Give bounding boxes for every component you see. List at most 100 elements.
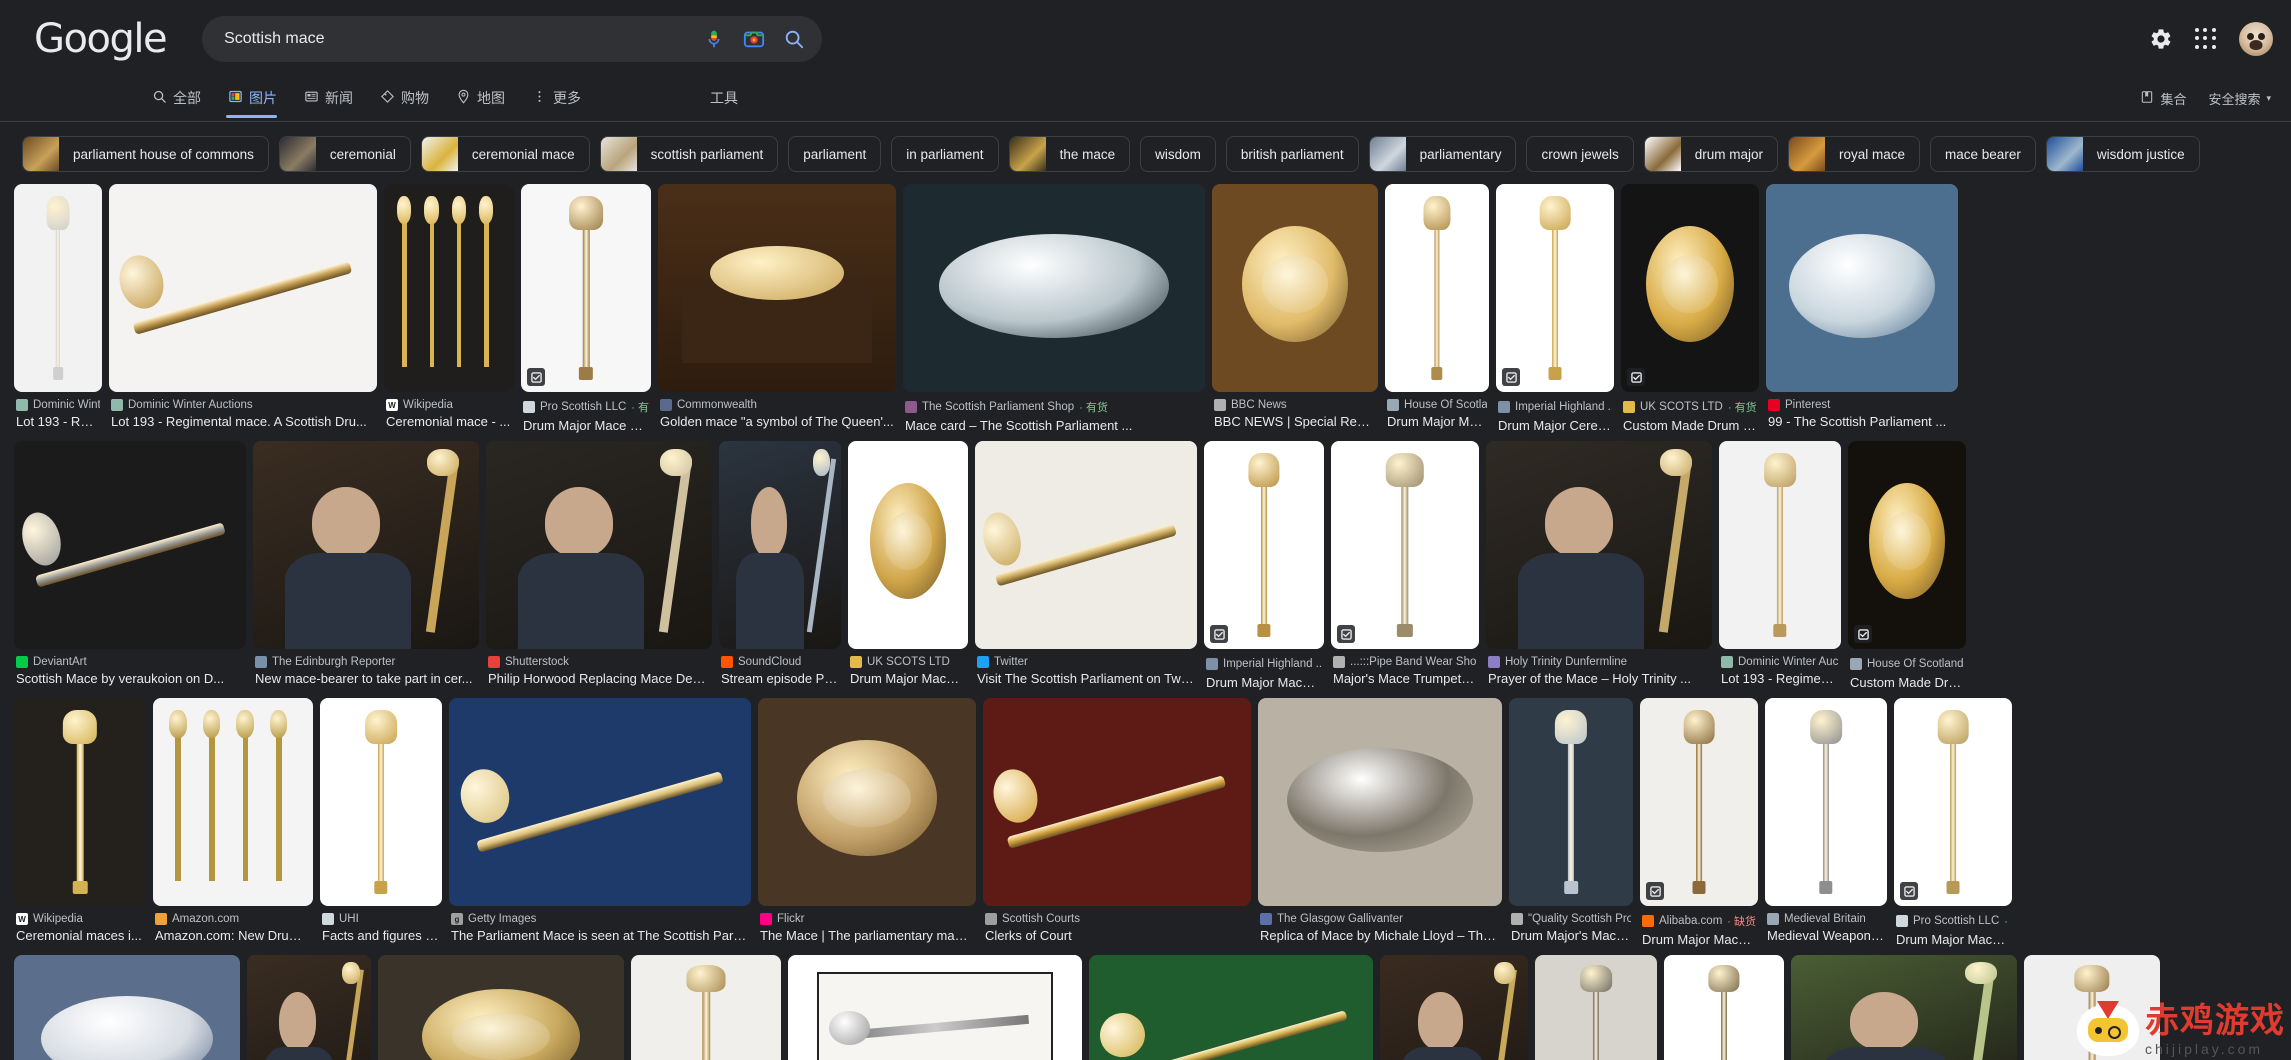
- result-thumbnail[interactable]: [14, 955, 240, 1060]
- gear-icon[interactable]: [2149, 27, 2173, 51]
- result-thumbnail[interactable]: [1640, 698, 1758, 906]
- related-search-chip[interactable]: parliamentary: [1368, 136, 1517, 172]
- tools-button[interactable]: 工具: [710, 78, 738, 118]
- result-thumbnail[interactable]: [320, 698, 442, 906]
- image-result-card[interactable]: ...:::Pipe Band Wear Shop...Major's Mace…: [1331, 441, 1479, 687]
- image-result-card[interactable]: Imperial Highland ...· 有货 Drum Major Mace…: [1204, 441, 1324, 691]
- result-thumbnail[interactable]: [14, 184, 102, 392]
- image-result-card[interactable]: Twitter Visit The Scottish Parliament on …: [975, 441, 1197, 687]
- result-thumbnail[interactable]: [848, 441, 968, 649]
- image-result-card[interactable]: The Glasgow Gallivanter Replica of Mace b…: [1258, 698, 1502, 944]
- image-result-card[interactable]: Medieval Britain Medieval Weapons:...: [1765, 698, 1887, 944]
- search-input[interactable]: [224, 30, 703, 48]
- tab-all[interactable]: 全部: [152, 78, 216, 118]
- result-thumbnail[interactable]: [903, 184, 1205, 392]
- related-search-chip[interactable]: parliament: [788, 136, 882, 172]
- tab-images[interactable]: 图片: [226, 78, 292, 118]
- related-search-chip[interactable]: ceremonial mace: [420, 136, 590, 172]
- related-search-chip[interactable]: ceremonial: [278, 136, 411, 172]
- image-result-card[interactable]: Holy Trinity Dunfermline Prayer of the Ma…: [1486, 441, 1712, 687]
- image-result-card[interactable]: Dominic Winter Auc... Lot 193 - Regiment.…: [1719, 441, 1841, 687]
- result-thumbnail[interactable]: [1509, 698, 1633, 906]
- image-result-card[interactable]: House Of Scotland Drum Major Mace (Cust..…: [1385, 184, 1489, 430]
- related-search-chip[interactable]: crown jewels: [1526, 136, 1634, 172]
- account-avatar[interactable]: [2239, 22, 2273, 56]
- image-result-card[interactable]: AlamyDetail of the lion and crown on the…: [14, 955, 240, 1060]
- image-result-card[interactable]: g Getty Images The Parliament Mace is seen…: [449, 698, 751, 944]
- image-result-card[interactable]: UHI Facts and figures - ...: [320, 698, 442, 944]
- result-thumbnail[interactable]: [758, 698, 976, 906]
- tab-news[interactable]: 新闻: [304, 78, 368, 118]
- image-result-card[interactable]: Shutterstock Philip Horwood Replacing Mac…: [486, 441, 712, 687]
- tab-maps[interactable]: 地图: [456, 78, 520, 118]
- related-search-chip[interactable]: parliament house of commons: [22, 136, 269, 172]
- safesearch-button[interactable]: 安全搜索 ▾: [2208, 89, 2271, 108]
- image-result-card[interactable]: The Edinburgh Rep...New mace-bearer to..…: [247, 955, 371, 1060]
- result-thumbnail[interactable]: [1535, 955, 1657, 1060]
- image-result-card[interactable]: The Scottish Parliament Shop · 有货 Mace car…: [903, 184, 1205, 434]
- result-thumbnail[interactable]: [1765, 698, 1887, 906]
- result-thumbnail[interactable]: [384, 184, 514, 392]
- result-thumbnail[interactable]: [14, 441, 246, 649]
- result-thumbnail[interactable]: [1204, 441, 1324, 649]
- result-thumbnail[interactable]: [449, 698, 751, 906]
- related-search-chip[interactable]: scottish parliament: [599, 136, 779, 172]
- result-thumbnail[interactable]: [983, 698, 1251, 906]
- result-thumbnail[interactable]: [1331, 441, 1479, 649]
- result-thumbnail[interactable]: [1621, 184, 1759, 392]
- result-thumbnail[interactable]: [658, 184, 896, 392]
- related-search-chip[interactable]: wisdom: [1140, 136, 1216, 172]
- related-search-chip[interactable]: mace bearer: [1930, 136, 2036, 172]
- result-thumbnail[interactable]: [378, 955, 624, 1060]
- result-thumbnail[interactable]: [1380, 955, 1528, 1060]
- related-search-chip[interactable]: the mace: [1008, 136, 1131, 172]
- result-thumbnail[interactable]: [109, 184, 377, 392]
- image-result-card[interactable]: Amazon.com Amazon.com: New Drum Maj...: [153, 698, 313, 944]
- image-result-card[interactable]: W Wikipedia Ceremonial mace - ...: [384, 184, 514, 430]
- image-result-card[interactable]: Alibaba.com · 缺货 Drum Major Mace M...: [1640, 698, 1758, 948]
- image-result-card[interactable]: Imperial Highland ...· 有货 Drum Major Cere…: [1496, 184, 1614, 434]
- image-result-card[interactable]: AlamyA Highland drum major in full regal…: [1791, 955, 2017, 1060]
- result-thumbnail[interactable]: [247, 955, 371, 1060]
- image-result-card[interactable]: Pinterest 99 - The Scottish Parliament ..…: [1766, 184, 1958, 430]
- image-result-card[interactable]: UK SCOTS LTD Drum Major Mace Custo...: [848, 441, 968, 687]
- image-result-card[interactable]: Alibaba.comScottish Pipe Band ...: [1664, 955, 1784, 1060]
- result-thumbnail[interactable]: [486, 441, 712, 649]
- result-thumbnail[interactable]: [788, 955, 1082, 1060]
- result-thumbnail[interactable]: [1385, 184, 1489, 392]
- google-lens-icon[interactable]: [742, 27, 766, 51]
- related-search-chip[interactable]: drum major: [1643, 136, 1778, 172]
- image-result-card[interactable]: The Edinburgh Reporter New mace-bearer to…: [253, 441, 479, 687]
- result-thumbnail[interactable]: [631, 955, 781, 1060]
- image-result-card[interactable]: eBayVintage Mizpah Silvertone Scottish M…: [1089, 955, 1373, 1060]
- tab-more[interactable]: 更多: [532, 78, 596, 118]
- result-thumbnail[interactable]: [1791, 955, 2017, 1060]
- image-result-card[interactable]: Scottish Courts Clerks of Court: [983, 698, 1251, 944]
- result-thumbnail[interactable]: [253, 441, 479, 649]
- result-thumbnail[interactable]: [14, 698, 146, 906]
- image-result-card[interactable]: WWikipediaCeremonial maces i...: [1380, 955, 1528, 1060]
- image-result-card[interactable]: BBC News BBC NEWS | Special Report | 1999…: [1212, 184, 1378, 430]
- google-logo[interactable]: Google: [34, 16, 168, 62]
- image-result-card[interactable]: WWikipediaCeremonial maces i...: [14, 698, 146, 944]
- image-result-card[interactable]: Dominic Winter Auc... Lot 193 - Regiment.…: [14, 184, 102, 430]
- result-thumbnail[interactable]: [1486, 441, 1712, 649]
- microphone-icon[interactable]: [702, 27, 726, 51]
- result-thumbnail[interactable]: [1664, 955, 1784, 1060]
- image-result-card[interactable]: Pro Scottish LLC · 有货 Drum Major Mace Plai…: [1894, 698, 2012, 948]
- related-search-chip[interactable]: in parliament: [891, 136, 999, 172]
- image-result-card[interactable]: SoundCloud Stream episode Philip Ho...: [719, 441, 841, 687]
- image-result-card[interactable]: Pro Scottish LLC · 有货 Drum Major Mace Gold…: [521, 184, 651, 434]
- result-thumbnail[interactable]: [153, 698, 313, 906]
- result-thumbnail[interactable]: [1719, 441, 1841, 649]
- search-box[interactable]: [202, 16, 823, 62]
- image-result-card[interactable]: UK EXPO INTERNATIONALDrum Major Mace - U…: [631, 955, 781, 1060]
- image-result-card[interactable]: Scottish Kilt· 有货TC Drum Major Mac...: [1535, 955, 1657, 1060]
- image-result-card[interactable]: DeviantArt Scottish Mace by veraukoion on…: [14, 441, 246, 687]
- image-result-card[interactable]: House Of Scotland· 有货 Custom Made Drum Ma…: [1848, 441, 1966, 691]
- search-icon[interactable]: [782, 27, 806, 51]
- result-thumbnail[interactable]: [1212, 184, 1378, 392]
- result-thumbnail[interactable]: [719, 441, 841, 649]
- collections-button[interactable]: 集合: [2140, 89, 2186, 108]
- image-result-card[interactable]: Commonwealth Golden mace "a symbol of The…: [658, 184, 896, 430]
